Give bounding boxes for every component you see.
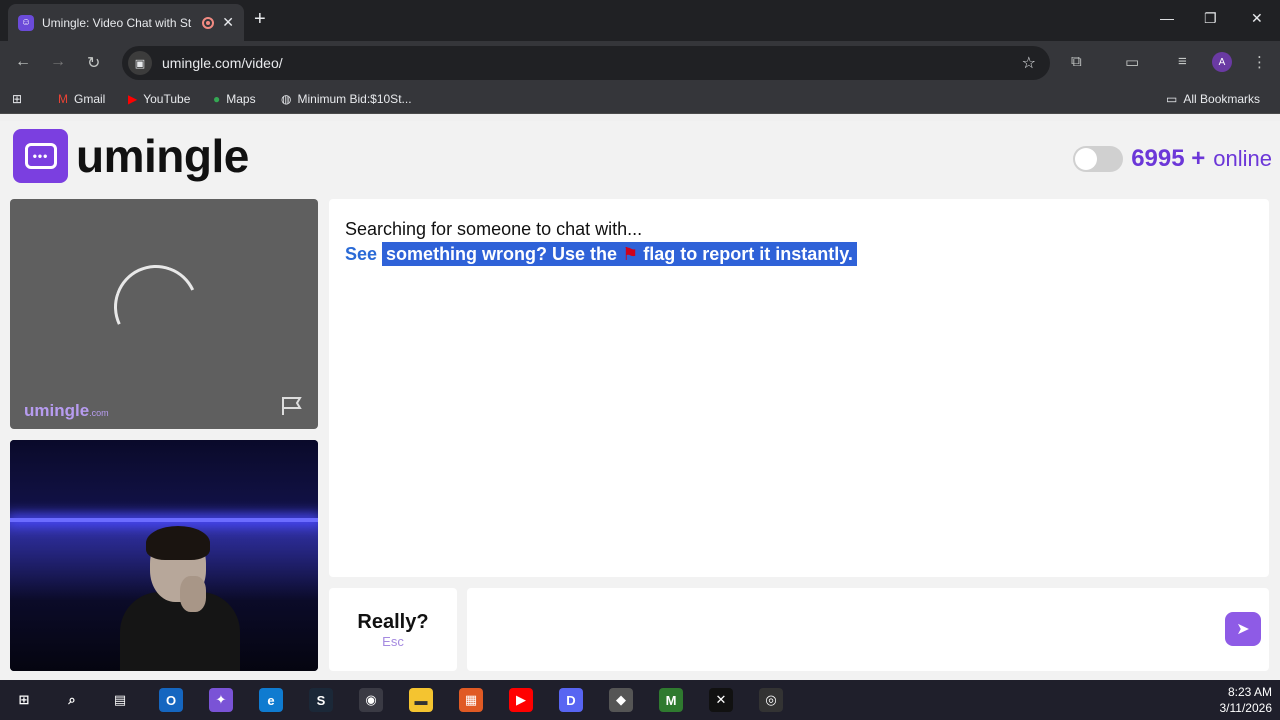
edge-icon[interactable]: e [259,688,283,712]
online-label: online [1213,146,1272,171]
windows-start-icon[interactable]: ⊞ [12,688,36,712]
tip-see: See [345,244,378,264]
bookmark-gmail[interactable]: M Gmail [58,92,105,106]
chrome-icon[interactable]: ◉ [359,688,383,712]
online-count: 6995 + [1131,145,1206,172]
search-status: Searching for someone to chat with... [345,219,643,239]
site-info-icon[interactable]: ▣ [128,51,152,75]
all-bookmarks[interactable]: ▭ All Bookmarks [1166,92,1260,106]
recording-icon [202,16,215,29]
theme-toggle[interactable] [1073,146,1124,172]
discord-icon[interactable]: D [559,688,583,712]
webcam-person [120,526,240,671]
self-video [10,440,318,671]
extensions-icon[interactable]: ⧉ [1071,53,1082,70]
loading-spinner-icon [102,253,210,361]
new-tab-button[interactable]: + [254,8,266,31]
clock-time: 8:23 AM [1227,685,1272,699]
close-tab-icon[interactable]: ✕ [222,14,234,31]
minecraft-icon[interactable]: M [659,688,683,712]
brand-name: umingle [76,130,249,182]
media-controls-icon[interactable]: ≡ [1178,53,1187,70]
umingle-page: ••• umingle 6995 + online umingle.com Se… [0,121,1280,680]
video-watermark: umingle.com [24,401,109,420]
red-flag-icon: ⚑ [622,244,639,264]
globe-icon: ◍ [281,92,292,106]
restore-icon[interactable]: ❐ [1204,10,1217,27]
browser-tab[interactable]: ☺ Umingle: Video Chat with St ✕ [8,4,244,41]
menu-icon[interactable]: ⋮ [1252,53,1267,71]
bookmark-minimum-bid[interactable]: ◍ Minimum Bid:$10St... [281,92,412,106]
minimize-icon[interactable]: — [1160,10,1174,26]
copilot-icon[interactable]: ✦ [209,688,233,712]
back-icon[interactable]: ← [15,53,31,71]
windows-taskbar: ⊞ ⌕ ▤ O ✦ e S ◉ ▬ ▦ ▶ D ◆ M ✕ ◎ 8:23 AM … [0,680,1280,720]
stranger-video: umingle.com [10,199,318,429]
browser-toolbar: ← → ↻ ▣ umingle.com/video/ ☆ ⧉ ▭ ≡ A ⋮ [0,41,1280,85]
bookmark-youtube[interactable]: ▶ YouTube [128,92,190,106]
system-clock[interactable]: 8:23 AM 3/11/2026 [1220,684,1273,716]
message-input[interactable]: ➤ [467,588,1269,671]
report-flag-icon[interactable] [280,395,306,417]
roblox-icon[interactable]: ◆ [609,688,633,712]
selected-tip-text: something wrong? Use the ⚑ flag to repor… [382,242,857,266]
file-explorer-icon[interactable]: ▬ [409,688,433,712]
send-icon[interactable]: ➤ [1225,612,1261,646]
obs-icon[interactable]: ◎ [759,688,783,712]
task-view-icon[interactable]: ▤ [108,688,132,712]
chat-log: Searching for someone to chat with... Se… [329,199,1269,577]
close-window-icon[interactable]: ✕ [1251,10,1263,27]
cast-icon[interactable]: ▭ [1125,53,1139,71]
microsoft-store-icon[interactable]: ▦ [459,688,483,712]
capcut-icon[interactable]: ✕ [709,688,733,712]
report-tip: See something wrong? Use the ⚑ flag to r… [345,242,1253,266]
folder-icon: ▭ [1166,92,1178,106]
gmail-icon: M [58,92,68,106]
forward-icon[interactable]: → [50,53,66,71]
youtube-icon: ▶ [128,92,138,106]
clock-date: 3/11/2026 [1219,701,1273,715]
led-strip [10,518,318,522]
search-icon[interactable]: ⌕ [60,688,84,712]
url-text: umingle.com/video/ [162,55,283,71]
outlook-icon[interactable]: O [159,688,183,712]
profile-avatar[interactable]: A [1212,52,1232,72]
bookmarks-bar: ⊞ M Gmail ▶ YouTube ● Maps ◍ Minimum Bid:$10… [0,85,1280,114]
stop-button[interactable]: Really? Esc [329,588,457,671]
address-bar[interactable]: ▣ umingle.com/video/ ☆ [122,46,1050,80]
stop-label: Really? [357,610,429,633]
reload-icon[interactable]: ↻ [87,53,100,73]
umingle-logo[interactable]: ••• umingle [13,129,249,183]
tab-title: Umingle: Video Chat with St [42,15,192,30]
bookmark-maps[interactable]: ● Maps [213,92,256,106]
chat-bubble-logo-icon: ••• [13,129,68,183]
toggle-knob [1075,148,1098,170]
browser-tab-bar: ☺ Umingle: Video Chat with St ✕ + — ❐ ✕ [0,0,1280,41]
bookmark-star-icon[interactable]: ☆ [1022,53,1036,73]
apps-icon[interactable]: ⊞ [12,92,22,106]
online-indicator: 6995 + online [1073,145,1272,173]
steam-icon[interactable]: S [309,688,333,712]
stop-key-hint: Esc [382,633,404,649]
umingle-favicon-icon: ☺ [18,14,34,31]
youtube-app-icon[interactable]: ▶ [509,688,533,712]
maps-pin-icon: ● [213,92,221,106]
